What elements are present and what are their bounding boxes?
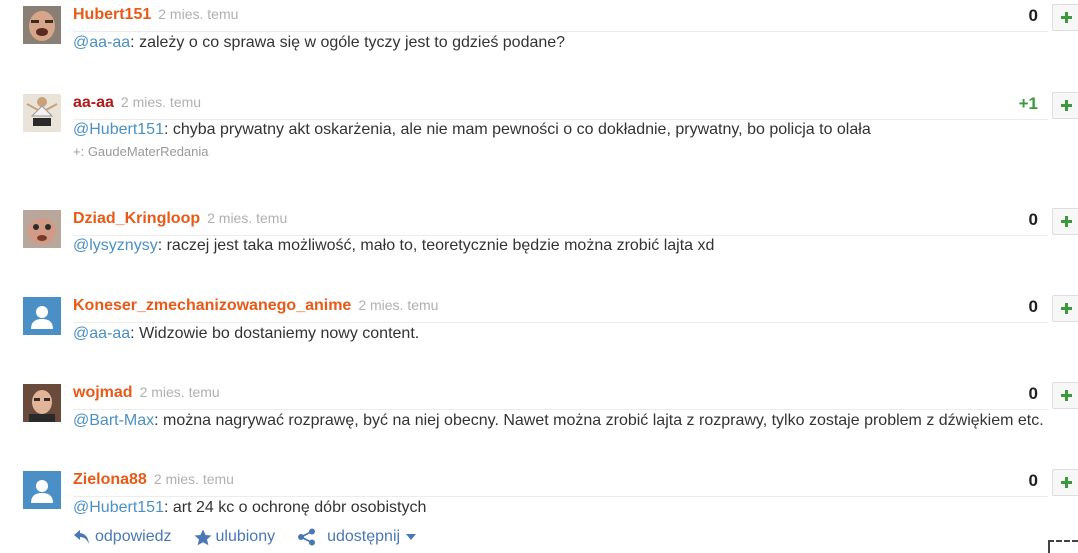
comment-meta: Koneser_zmechanizowanego_anime 2 mies. t… <box>73 297 438 317</box>
timestamp: 2 mies. temu <box>139 384 220 400</box>
share-icon <box>298 528 316 546</box>
timestamp: 2 mies. temu <box>120 94 202 110</box>
timestamp: 2 mies. temu <box>207 210 288 226</box>
comment-body: : art 24 kc o ochronę dóbr osobistych <box>163 499 427 516</box>
comment-text: @aa-aa: Widzowie bo dostaniemy nowy cont… <box>73 325 419 343</box>
author-link[interactable]: wojmad <box>73 384 133 402</box>
mention-link[interactable]: @aa-aa <box>73 34 130 51</box>
chevron-down-icon <box>406 534 417 540</box>
plus-icon <box>1061 100 1072 111</box>
upvote-button[interactable] <box>1052 469 1078 496</box>
divider <box>73 322 1048 323</box>
upvoted-by[interactable]: +: GaudeMaterRedania <box>73 144 209 159</box>
plus-icon <box>1061 216 1072 227</box>
comment-meta: Hubert151 2 mies. temu <box>73 6 238 26</box>
share-label: udostępnij <box>327 528 401 545</box>
avatar[interactable] <box>23 94 61 132</box>
mention-link[interactable]: @aa-aa <box>73 325 130 342</box>
photo-figure-icon <box>23 94 61 132</box>
photo-puppet-icon <box>23 210 61 248</box>
vote-score: 0 <box>1028 210 1038 229</box>
vote-score: 0 <box>1028 471 1038 490</box>
comment-meta: wojmad 2 mies. temu <box>73 384 220 404</box>
author-link[interactable]: Hubert151 <box>73 6 151 24</box>
comment-body: : chyba prywatny akt oskarżenia, ale nie… <box>163 121 871 138</box>
comment-body: : zależy o co sprawa się w ogóle tyczy j… <box>130 34 566 51</box>
vote-score: 0 <box>1028 384 1038 403</box>
upvote-button[interactable] <box>1052 92 1078 119</box>
default-user-icon <box>23 297 61 335</box>
comment-body: : raczej jest taka możliwość, mało to, t… <box>157 237 715 254</box>
comment-text: @Hubert151: chyba prywatny akt oskarżeni… <box>73 121 871 139</box>
comment-text: @aa-aa: zależy o co sprawa się w ogóle t… <box>73 34 565 52</box>
plus-icon <box>1061 477 1072 488</box>
comment-text: @Hubert151: art 24 kc o ochronę dóbr oso… <box>73 499 426 517</box>
timestamp: 2 mies. temu <box>153 471 234 487</box>
avatar[interactable] <box>23 471 61 509</box>
upvote-button[interactable] <box>1052 295 1078 322</box>
upvote-button[interactable] <box>1052 4 1078 31</box>
reply-button[interactable]: odpowiedz <box>73 528 172 546</box>
favorite-label: ulubiony <box>215 528 276 545</box>
favorite-button[interactable]: ulubiony <box>194 528 276 546</box>
comment-body: : można nagrywać rozprawę, być na niej o… <box>154 412 1044 429</box>
author-link[interactable]: Dziad_Kringloop <box>73 210 200 228</box>
mention-link[interactable]: @Bart-Max <box>73 412 154 429</box>
vote-score: +1 <box>1018 94 1038 113</box>
plus-icon <box>1061 303 1072 314</box>
comment-meta: Zielona88 2 mies. temu <box>73 471 234 491</box>
author-link[interactable]: Zielona88 <box>73 471 147 489</box>
divider <box>73 496 1048 497</box>
timestamp: 2 mies. temu <box>158 6 239 22</box>
default-user-icon <box>23 471 61 509</box>
vote-score: 0 <box>1028 6 1038 25</box>
divider <box>73 119 1048 120</box>
selection-corner <box>1048 540 1078 553</box>
vote-score: 0 <box>1028 297 1038 316</box>
mention-link[interactable]: @lysyznysy <box>73 237 158 254</box>
plus-icon <box>1061 12 1072 23</box>
photo-man-icon <box>23 384 61 422</box>
avatar[interactable] <box>23 210 61 248</box>
comment-actions: odpowiedz ulubiony udostępnij <box>73 526 443 548</box>
mention-link[interactable]: @Hubert151 <box>73 121 164 138</box>
avatar[interactable] <box>23 6 61 44</box>
comment-meta: aa-aa 2 mies. temu <box>73 94 201 114</box>
timestamp: 2 mies. temu <box>358 297 439 313</box>
comment-text: @lysyznysy: raczej jest taka możliwość, … <box>73 237 714 255</box>
avatar[interactable] <box>23 297 61 335</box>
star-icon <box>194 529 211 545</box>
author-link[interactable]: Koneser_zmechanizowanego_anime <box>73 297 351 315</box>
mention-link[interactable]: @Hubert151 <box>73 499 164 516</box>
upvote-button[interactable] <box>1052 382 1078 409</box>
comment-text: @Bart-Max: można nagrywać rozprawę, być … <box>73 412 1044 430</box>
divider <box>73 235 1048 236</box>
divider <box>73 31 1048 32</box>
share-button[interactable]: udostępnij <box>297 528 421 546</box>
reply-arrow-icon <box>74 530 89 544</box>
reply-label: odpowiedz <box>95 528 172 545</box>
photo-face-icon <box>23 6 61 44</box>
comment-body: : Widzowie bo dostaniemy nowy content. <box>130 325 420 342</box>
avatar[interactable] <box>23 384 61 422</box>
comment-meta: Dziad_Kringloop 2 mies. temu <box>73 210 287 230</box>
plus-icon <box>1061 390 1072 401</box>
divider <box>73 409 1048 410</box>
author-link[interactable]: aa-aa <box>73 94 114 112</box>
upvote-button[interactable] <box>1052 208 1078 235</box>
